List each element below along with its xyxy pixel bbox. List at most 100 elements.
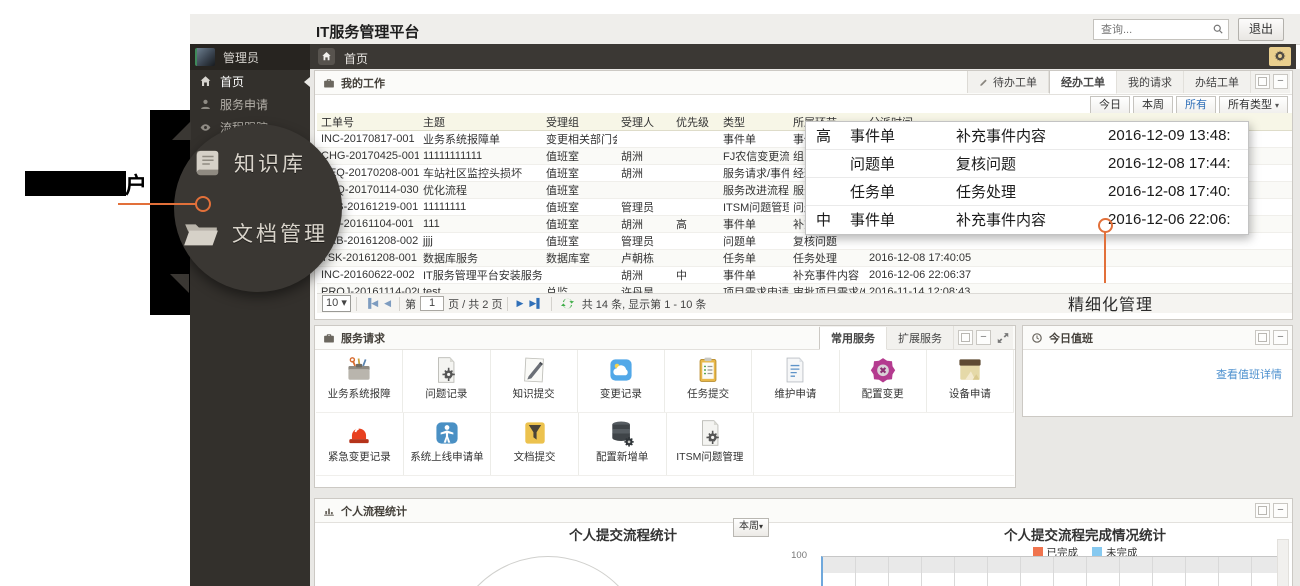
column-header[interactable]: 类型 [719,113,789,131]
duty-detail-link[interactable]: 查看值班详情 [1216,366,1282,382]
sidebar-item-label: 服务申请 [220,96,268,113]
table-cell: 值班室 [542,199,617,216]
panel-minimize-button[interactable]: − [1273,330,1288,345]
magnified-sidebar-item-folder: 文档管理 [182,218,328,248]
tab-常用服务[interactable]: 常用服务 [819,327,887,350]
first-page-button[interactable]: ▐◀ [365,298,378,309]
refresh-icon[interactable] [561,297,574,310]
table-cell: 车站社区监控头损坏 [419,165,542,182]
service-item[interactable]: 变更记录 [578,350,665,412]
table-cell: IT服务管理平台安装服务器 [419,267,542,284]
filter-button-0[interactable]: 今日 [1090,96,1130,114]
table-row[interactable]: TSK-20161208-001数据库服务数据库室卢朝栋任务单任务处理2016-… [317,250,1292,267]
filter-button-1[interactable]: 本周 [1133,96,1173,114]
popup-row: 高 事件单 补充事件内容 2016-12-09 13:48: [806,122,1248,150]
search-input[interactable] [1099,20,1211,39]
panel-scrollbar[interactable] [1277,539,1289,586]
panel-minimize-button[interactable]: − [1273,503,1288,518]
column-header[interactable]: 受理人 [617,113,672,131]
service-item[interactable]: 维护申请 [752,350,839,412]
app-title: IT服务管理平台 [316,21,419,42]
type-filter-dropdown[interactable]: 所有类型▾ [1219,96,1288,114]
table-cell [617,182,672,199]
tab-办结工单[interactable]: 办结工单 [1184,71,1251,93]
sidebar-item-home[interactable]: 首页 [190,70,310,93]
panel-minimize-button[interactable]: − [1273,74,1288,89]
service-item[interactable]: 配置变更 [840,350,927,412]
tab-扩展服务[interactable]: 扩展服务 [887,326,954,349]
service-item-label: 业务系统报障 [316,386,402,401]
tab-我的请求[interactable]: 我的请求 [1117,71,1184,93]
panel-settings-button[interactable] [1255,503,1270,518]
settings-gear-button[interactable] [1269,47,1291,66]
table-cell [617,131,672,148]
logout-button[interactable]: 退出 [1238,18,1284,41]
eye-icon [199,121,212,134]
table-cell [672,250,719,267]
table-cell: 补充事件内容 [789,267,865,284]
panel-title: 我的工作 [341,75,385,91]
panel-settings-button[interactable] [958,330,973,345]
service-item[interactable]: 业务系统报障 [316,350,403,412]
page-size-select[interactable]: 10 ▾ [322,295,351,312]
column-header[interactable]: 受理组 [542,113,617,131]
next-page-button[interactable]: ▶ [516,298,523,309]
table-cell: 问题单 [719,233,789,250]
service-item-label: 设备申请 [927,386,1013,401]
table-row[interactable]: PRB-20161208-002jjjj值班室管理员问题单复核问题 [317,233,1292,250]
pagination-summary: 共 14 条, 显示第 1 - 10 条 [582,296,707,312]
tab-经办工单[interactable]: 经办工单 [1049,71,1117,94]
filter-button-2[interactable]: 所有 [1176,96,1216,114]
doc-gear-icon [667,418,754,448]
panel-settings-button[interactable] [1255,330,1270,345]
table-cell: 服务改进流程 [719,182,789,199]
expand-icon[interactable] [997,332,1009,344]
service-item[interactable]: 系统上线申请单 [404,413,492,475]
home-icon [199,75,212,88]
table-cell: 11111111111 [419,148,542,165]
breadcrumb[interactable]: 首页 [344,50,368,67]
service-item[interactable]: 设备申请 [927,350,1014,412]
service-item[interactable]: 配置新增单 [579,413,667,475]
service-item[interactable]: ITSM问题管理 [667,413,755,475]
panel-minimize-button[interactable]: − [976,330,991,345]
table-cell: 管理员 [617,233,672,250]
sidebar-item-user[interactable]: 服务申请 [190,93,310,116]
sidebar-user: 管理员 [190,44,310,70]
table-cell: 2016-12-08 17:40:05 [865,250,995,267]
period-dropdown[interactable]: 本周▾ [733,518,769,537]
page-number-input[interactable]: 1 [420,296,444,311]
popup-row: 任务单 任务处理 2016-12-08 17:40: [806,178,1248,206]
home-icon[interactable] [318,48,335,65]
pencil-paper-icon [491,355,577,385]
service-item[interactable]: 文档提交 [491,413,579,475]
table-cell [542,267,617,284]
last-page-button[interactable]: ▶▌ [529,298,542,309]
service-item-empty [927,413,1014,475]
table-cell: INC-20160622-002 [317,267,419,284]
bar-chart-icon [323,505,335,517]
table-cell: 值班室 [542,148,617,165]
page: IT服务管理平台 退出 首页 管理员 首页 服务申请 流程跟踪 [0,0,1300,586]
db-gear-icon [579,418,666,448]
service-item[interactable]: 紧急变更记录 [316,413,404,475]
right-annotation-text: 精细化管理 [1068,291,1153,315]
left-callout-line [118,203,196,205]
panel-settings-button[interactable] [1255,74,1270,89]
service-item[interactable]: 问题记录 [403,350,490,412]
magnified-rows-popup: 高 事件单 补充事件内容 2016-12-09 13:48: 问题单 复核问题 … [805,121,1249,235]
donut-chart [449,556,647,586]
table-row[interactable]: INC-20160622-002IT服务管理平台安装服务器胡洲中事件单补充事件内… [317,267,1292,284]
table-cell [672,148,719,165]
service-item[interactable]: 任务提交 [665,350,752,412]
table-cell: 业务系统报障单 [419,131,542,148]
prev-page-button[interactable]: ◀ [384,298,391,309]
table-cell: 变更相关部门会签组 [542,131,617,148]
tab-待办工单[interactable]: 待办工单 [968,71,1049,93]
column-header[interactable]: 优先级 [672,113,719,131]
table-cell: 事件单 [719,267,789,284]
clipboard-icon [665,355,751,385]
column-header[interactable]: 主题 [419,113,542,131]
column-header[interactable]: 工单号 [317,113,419,131]
service-item[interactable]: 知识提交 [491,350,578,412]
